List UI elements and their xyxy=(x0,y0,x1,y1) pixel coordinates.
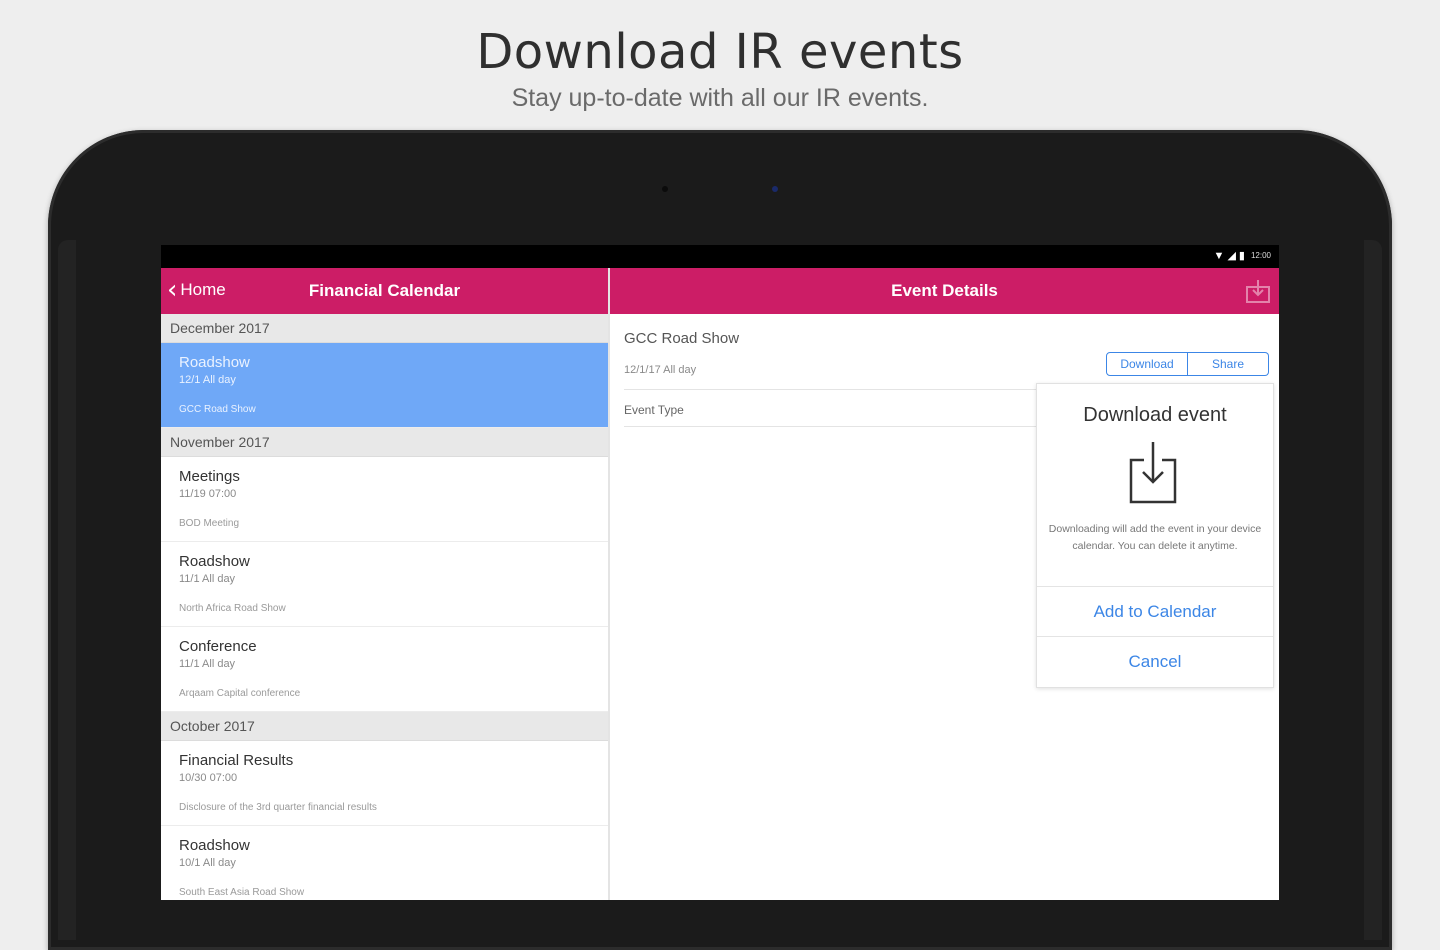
event-title: Meetings xyxy=(179,468,240,485)
status-time: 12:00 xyxy=(1250,251,1271,260)
promo-subtitle: Stay up-to-date with all our IR events. xyxy=(511,84,929,112)
event-time: 10/1 All day xyxy=(179,857,236,869)
event-row[interactable]: Financial Results 10/30 07:00 Disclosure… xyxy=(161,741,608,826)
event-detail-date: 12/1/17 All day xyxy=(624,364,697,376)
sensor-dot xyxy=(772,186,778,192)
event-row[interactable]: Conference 11/1 All day Arqaam Capital c… xyxy=(161,627,608,712)
event-title: Roadshow xyxy=(179,837,250,854)
page-title: Financial Calendar xyxy=(308,281,461,300)
event-row[interactable]: Meetings 11/19 07:00 BOD Meeting xyxy=(161,457,608,542)
share-button[interactable]: Share xyxy=(1188,352,1269,376)
tablet-edge-right xyxy=(1364,240,1382,940)
download-event-icon xyxy=(1129,442,1177,504)
status-icons: ▼ ◢ ▮ 12:00 xyxy=(1213,249,1271,263)
section-december: December 2017 Roadshow 12/1 All day GCC … xyxy=(161,314,608,428)
event-title: Financial Results xyxy=(179,752,294,769)
left-navbar: ‹ Home Financial Calendar xyxy=(161,268,608,314)
download-button[interactable]: Download xyxy=(1106,352,1188,376)
action-button-group: Download Share xyxy=(1106,352,1269,376)
signal-icon: ◢ xyxy=(1227,250,1236,262)
event-row[interactable]: Roadshow 12/1 All day GCC Road Show xyxy=(161,343,608,428)
popover-description: Downloading will add the event in your d… xyxy=(1048,523,1262,552)
section-header: October 2017 xyxy=(161,712,608,741)
section-october: October 2017 Financial Results 10/30 07:… xyxy=(161,712,608,900)
event-time: 12/1 All day xyxy=(179,374,236,386)
event-details-pane: Event Details GCC Road Show 12/1/17 All … xyxy=(610,268,1279,900)
camera-dot xyxy=(662,186,668,192)
battery-icon: ▮ xyxy=(1238,250,1245,262)
event-description: North Africa Road Show xyxy=(179,603,286,614)
event-description: GCC Road Show xyxy=(179,404,256,415)
section-header: November 2017 xyxy=(161,428,608,457)
cancel-button[interactable]: Cancel xyxy=(1037,636,1273,686)
section-november: November 2017 Meetings 11/19 07:00 BOD M… xyxy=(161,428,608,712)
event-time: 10/30 07:00 xyxy=(179,772,238,784)
event-time: 11/19 07:00 xyxy=(179,488,237,500)
event-title: Conference xyxy=(179,638,257,655)
event-row[interactable]: Roadshow 11/1 All day North Africa Road … xyxy=(161,542,608,627)
event-description: Disclosure of the 3rd quarter financial … xyxy=(179,802,377,813)
event-title: Roadshow xyxy=(179,553,250,570)
event-row[interactable]: Roadshow 10/1 All day South East Asia Ro… xyxy=(161,826,608,900)
right-navbar: Event Details xyxy=(610,268,1279,314)
wifi-icon: ▼ xyxy=(1213,249,1225,262)
event-title: Roadshow xyxy=(179,354,250,371)
add-to-calendar-button[interactable]: Add to Calendar xyxy=(1037,586,1273,636)
event-description: BOD Meeting xyxy=(179,518,240,529)
tablet-screen: ▼ ◢ ▮ 12:00 ‹ Home Financial Calendar De… xyxy=(161,245,1279,900)
download-popover: Download event Downloading will add the … xyxy=(1036,383,1274,688)
event-description: South East Asia Road Show xyxy=(179,887,305,898)
status-bar: ▼ ◢ ▮ 12:00 xyxy=(161,245,1279,268)
section-header: December 2017 xyxy=(161,314,608,343)
event-time: 11/1 All day xyxy=(179,573,236,585)
event-time: 11/1 All day xyxy=(179,658,236,670)
event-description: Arqaam Capital conference xyxy=(179,688,301,699)
tablet-edge-left xyxy=(58,240,76,940)
details-title: Event Details xyxy=(891,281,998,300)
calendar-list-pane: ‹ Home Financial Calendar December 2017 … xyxy=(161,268,610,900)
event-detail-title: GCC Road Show xyxy=(624,330,740,347)
event-type-label: Event Type xyxy=(624,403,684,417)
download-icon[interactable] xyxy=(1245,278,1271,304)
promo-title: Download IR events xyxy=(476,24,964,80)
popover-title: Download event xyxy=(1083,404,1227,426)
